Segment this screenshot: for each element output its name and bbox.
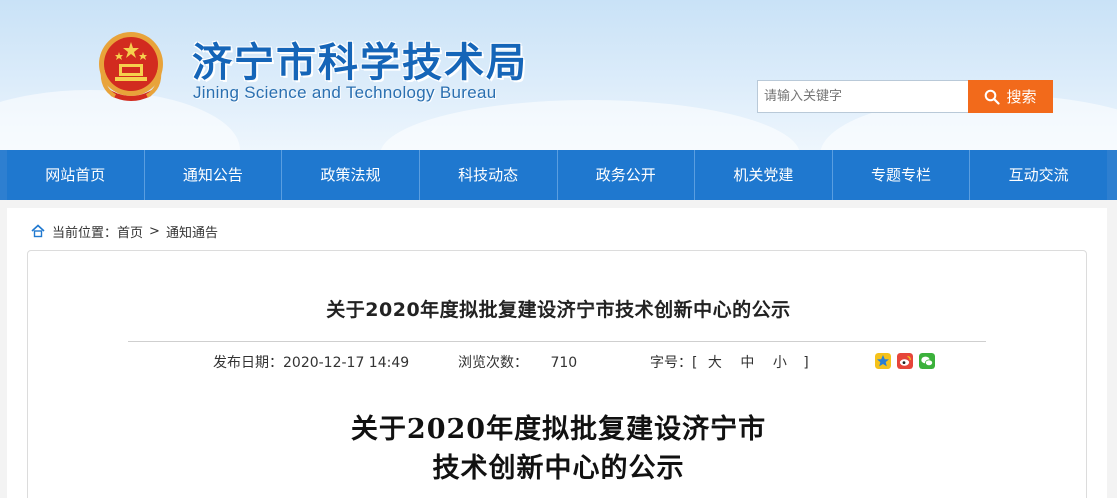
site-title: 济宁市科学技术局: [192, 40, 528, 86]
title-divider: [128, 341, 986, 342]
nav-item-notices[interactable]: 通知公告: [145, 150, 283, 200]
view-count-value: 710: [550, 355, 578, 371]
search-icon: [985, 89, 1001, 105]
nav-item-gov-affairs[interactable]: 政务公开: [558, 150, 696, 200]
font-size-large[interactable]: 大: [708, 355, 722, 371]
font-size-medium[interactable]: 中: [740, 355, 754, 371]
main-nav: 网站首页 通知公告 政策法规 科技动态 政务公开 机关党建 专题专栏 互动交流: [7, 150, 1107, 200]
font-size-close: ]: [803, 355, 809, 371]
font-size-controls: 字号：[ 大 中 小 ]: [650, 352, 809, 372]
breadcrumb: 当前位置： 首页 > 通知通告: [30, 221, 218, 241]
document-title-line-1: 关于2020年度拟批复建设济宁市: [350, 414, 767, 445]
nav-item-party-building[interactable]: 机关党建: [695, 150, 833, 200]
nav-bar-background: 网站首页 通知公告 政策法规 科技动态 政务公开 机关党建 专题专栏 互动交流: [0, 150, 1117, 200]
article-title: 关于2020年度拟批复建设济宁市技术创新中心的公示: [326, 299, 791, 321]
wechat-icon[interactable]: [919, 353, 935, 369]
header-cloud: [380, 100, 800, 150]
nav-item-tech-news[interactable]: 科技动态: [420, 150, 558, 200]
nav-item-interaction[interactable]: 互动交流: [970, 150, 1107, 200]
breadcrumb-separator: >: [149, 223, 160, 239]
breadcrumb-prefix: 当前位置：: [52, 225, 118, 241]
publish-date-value: 2020-12-17 14:49: [283, 355, 410, 371]
publish-date-label: 发布日期：: [213, 355, 283, 371]
home-icon: [31, 224, 45, 238]
document-title-line-2: 技术创新中心的公示: [432, 453, 685, 484]
breadcrumb-home-link[interactable]: 首页: [117, 222, 143, 241]
view-count: 浏览次数： 710: [458, 352, 577, 372]
site-header: 济宁市科学技术局 Jining Science and Technology B…: [0, 0, 1117, 150]
publish-date: 发布日期：2020-12-17 14:49: [213, 352, 409, 372]
view-count-label: 浏览次数：: [458, 355, 528, 371]
font-size-label: 字号：[: [650, 355, 698, 371]
search-button-label: 搜索: [1006, 88, 1037, 106]
breadcrumb-current[interactable]: 通知通告: [166, 222, 218, 241]
qzone-icon[interactable]: [875, 353, 891, 369]
font-size-small[interactable]: 小: [773, 355, 787, 371]
nav-item-special-topics[interactable]: 专题专栏: [833, 150, 971, 200]
national-emblem-icon: [99, 32, 163, 101]
nav-item-home[interactable]: 网站首页: [7, 150, 145, 200]
search-input[interactable]: [757, 80, 969, 113]
search-button[interactable]: 搜索: [968, 80, 1053, 113]
nav-item-policies[interactable]: 政策法规: [282, 150, 420, 200]
site-subtitle: Jining Science and Technology Bureau: [193, 83, 497, 102]
weibo-icon[interactable]: [897, 353, 913, 369]
